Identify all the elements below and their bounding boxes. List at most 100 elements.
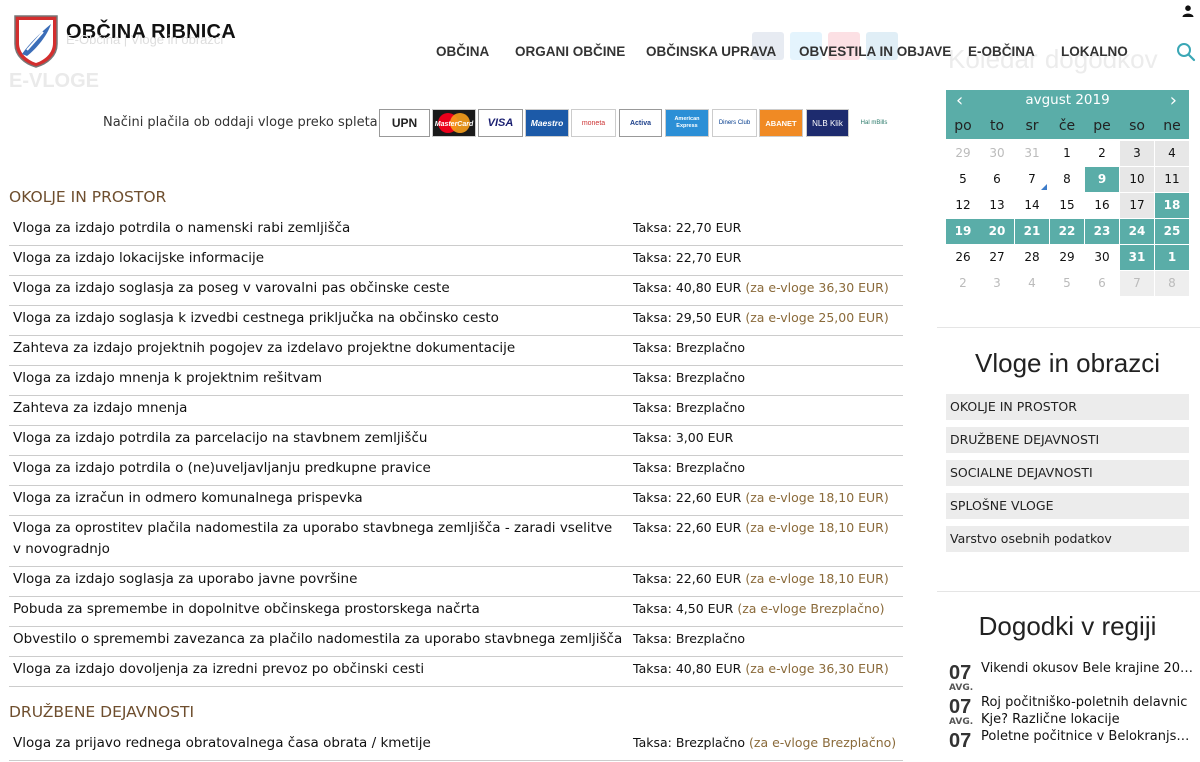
calendar-day[interactable]: 26 [946, 245, 980, 270]
calendar-day[interactable]: 29 [1050, 245, 1084, 270]
calendar-day[interactable]: 29 [946, 141, 980, 166]
nav-obvestila-in-objave[interactable]: OBVESTILA IN OBJAVE [799, 44, 951, 59]
form-row[interactable]: Vloga za izdajo soglasja za uporabo javn… [9, 566, 903, 597]
form-row[interactable]: Vloga za izdajo dovoljenja za izredni pr… [9, 656, 903, 687]
calendar-next-button[interactable]: › [1170, 90, 1177, 111]
calendar-day[interactable]: 24 [1120, 219, 1154, 244]
calendar-day[interactable]: 19 [946, 219, 980, 244]
calendar-day[interactable]: 7 [1015, 167, 1049, 192]
form-row[interactable]: Vloga za izdajo potrdila za parcelacijo … [9, 425, 903, 456]
calendar-day[interactable]: 14 [1015, 193, 1049, 218]
form-row[interactable]: Zahteva za izdajo projektnih pogojev za … [9, 335, 903, 366]
calendar-day[interactable]: 18 [1155, 193, 1189, 218]
sidebar-item-druzbene-dejavnosti[interactable]: DRUŽBENE DEJAVNOSTI [946, 427, 1189, 453]
form-name-link[interactable]: Zahteva za izdajo projektnih pogojev za … [13, 338, 623, 359]
form-name-link[interactable]: Pobuda za spremembe in dopolnitve občins… [13, 599, 623, 620]
sidebar-item-varstvo-osebnih-podatkov[interactable]: Varstvo osebnih podatkov [946, 526, 1189, 552]
calendar-day[interactable]: 2 [1085, 141, 1119, 166]
form-row[interactable]: Vloga za izdajo lokacijske informacije Ta… [9, 245, 903, 276]
calendar-day[interactable]: 15 [1050, 193, 1084, 218]
nav-organi-obcine[interactable]: ORGANI OBČINE [515, 44, 625, 59]
calendar-day[interactable]: 27 [980, 245, 1014, 270]
calendar-day[interactable]: 21 [1015, 219, 1049, 244]
calendar-day[interactable]: 8 [1155, 271, 1189, 296]
calendar-day[interactable]: 11 [1155, 167, 1189, 192]
form-name-link[interactable]: Vloga za izračun in odmero komunalnega p… [13, 488, 623, 509]
form-name-link[interactable]: Vloga za izdajo potrdila o namenski rabi… [13, 218, 623, 239]
form-row[interactable]: Vloga za izdajo soglasja k izvedbi cestn… [9, 305, 903, 336]
e-fee-amount: (za e-vloge 25,00 EUR) [745, 310, 889, 325]
form-row[interactable]: Obvestilo o spremembi zavezanca za plači… [9, 626, 903, 657]
e-fee-amount: (za e-vloge 18,10 EUR) [745, 520, 889, 535]
calendar-day[interactable]: 25 [1155, 219, 1189, 244]
calendar-day[interactable]: 10 [1120, 167, 1154, 192]
form-row[interactable]: Vloga za izračun in odmero komunalnega p… [9, 485, 903, 516]
nav-obcina[interactable]: OBČINA [436, 44, 489, 59]
event-title[interactable]: Roj počitniško-poletnih delavnic Kje? Ra… [981, 694, 1194, 728]
coat-of-arms-logo[interactable] [13, 14, 59, 68]
e-fee-amount: (za e-vloge 36,30 EUR) [745, 661, 889, 676]
user-icon[interactable] [1182, 5, 1194, 17]
calendar-day[interactable]: 6 [980, 167, 1014, 192]
form-name-link[interactable]: Vloga za izdajo lokacijske informacije [13, 248, 623, 269]
form-row[interactable]: Pobuda za spremembe in dopolnitve občins… [9, 596, 903, 627]
form-row[interactable]: Vloga za oprostitev plačila nadomestila … [9, 515, 903, 567]
form-name-link[interactable]: Zahteva za izdajo mnenja [13, 398, 623, 419]
form-row[interactable]: Vloga za izdajo soglasja za poseg v varo… [9, 275, 903, 306]
fee-amount: Taksa: 22,60 EUR [633, 520, 742, 535]
calendar-day[interactable]: 2 [946, 271, 980, 296]
calendar-day[interactable]: 1 [1155, 245, 1189, 270]
sidebar-item-splosne-vloge[interactable]: SPLOŠNE VLOGE [946, 493, 1189, 519]
calendar-day[interactable]: 5 [946, 167, 980, 192]
event-item[interactable]: 07 AVG. Vikendi okusov Bele krajine 2019 [949, 660, 1194, 694]
calendar-day[interactable]: 30 [1085, 245, 1119, 270]
calendar-day[interactable]: 22 [1050, 219, 1084, 244]
calendar-day[interactable]: 4 [1015, 271, 1049, 296]
form-row[interactable]: Vloga za prijavo rednega obratovalnega č… [9, 730, 903, 761]
form-name-link[interactable]: Vloga za oprostitev plačila nadomestila … [13, 518, 623, 560]
calendar-day[interactable]: 28 [1015, 245, 1049, 270]
calendar-day[interactable]: 6 [1085, 271, 1119, 296]
sidebar-item-okolje-in-prostor[interactable]: OKOLJE IN PROSTOR [946, 394, 1189, 420]
nav-e-obcina[interactable]: E-OBČINA [968, 44, 1035, 59]
form-name-link[interactable]: Vloga za izdajo dovoljenja za izredni pr… [13, 659, 623, 680]
form-name-link[interactable]: Vloga za prijavo rednega obratovalnega č… [13, 733, 623, 754]
calendar-day[interactable]: 20 [980, 219, 1014, 244]
form-name-link[interactable]: Vloga za izdajo potrdila o (ne)uveljavlj… [13, 458, 623, 479]
form-name-link[interactable]: Vloga za izdajo potrdila za parcelacijo … [13, 428, 623, 449]
form-name-link[interactable]: Vloga za izdajo mnenja k projektnim reši… [13, 368, 623, 389]
form-name-link[interactable]: Obvestilo o spremembi zavezanca za plači… [13, 629, 623, 650]
form-row[interactable]: Vloga za izdajo potrdila o (ne)uveljavlj… [9, 455, 903, 486]
calendar-day[interactable]: 16 [1085, 193, 1119, 218]
event-item[interactable]: 07 Poletne počitnice v Belokranjske... [949, 728, 1194, 762]
calendar-day[interactable]: 13 [980, 193, 1014, 218]
event-item[interactable]: 07 AVG. Roj počitniško-poletnih delavnic… [949, 694, 1194, 728]
calendar-day[interactable]: 5 [1050, 271, 1084, 296]
nav-lokalno[interactable]: LOKALNO [1061, 44, 1128, 59]
calendar-day[interactable]: 31 [1120, 245, 1154, 270]
event-title[interactable]: Vikendi okusov Bele krajine 2019 [981, 660, 1194, 677]
calendar-month-label: avgust 2019 [1025, 92, 1110, 108]
calendar-day[interactable]: 3 [980, 271, 1014, 296]
form-row[interactable]: Zahteva za izdajo mnenja Taksa: Brezplačn… [9, 395, 903, 426]
calendar-day[interactable]: 7 [1120, 271, 1154, 296]
event-title[interactable]: Poletne počitnice v Belokranjske... [981, 728, 1194, 745]
sidebar-item-socialne-dejavnosti[interactable]: SOCIALNE DEJAVNOSTI [946, 460, 1189, 486]
search-icon[interactable] [1176, 42, 1196, 62]
nav-obcinska-uprava[interactable]: OBČINSKA UPRAVA [646, 44, 776, 59]
calendar-day[interactable]: 3 [1120, 141, 1154, 166]
calendar-day[interactable]: 9 [1085, 167, 1119, 192]
calendar-day[interactable]: 31 [1015, 141, 1049, 166]
calendar-day[interactable]: 12 [946, 193, 980, 218]
form-row[interactable]: Vloga za izdajo mnenja k projektnim reši… [9, 365, 903, 396]
calendar-day[interactable]: 30 [980, 141, 1014, 166]
form-name-link[interactable]: Vloga za izdajo soglasja za uporabo javn… [13, 569, 623, 590]
calendar-day[interactable]: 4 [1155, 141, 1189, 166]
calendar-day[interactable]: 1 [1050, 141, 1084, 166]
calendar-day[interactable]: 17 [1120, 193, 1154, 218]
form-name-link[interactable]: Vloga za izdajo soglasja k izvedbi cestn… [13, 308, 623, 329]
form-row[interactable]: Vloga za izdajo potrdila o namenski rabi… [9, 215, 903, 246]
form-name-link[interactable]: Vloga za izdajo soglasja za poseg v varo… [13, 278, 623, 299]
calendar-day[interactable]: 8 [1050, 167, 1084, 192]
calendar-day[interactable]: 23 [1085, 219, 1119, 244]
